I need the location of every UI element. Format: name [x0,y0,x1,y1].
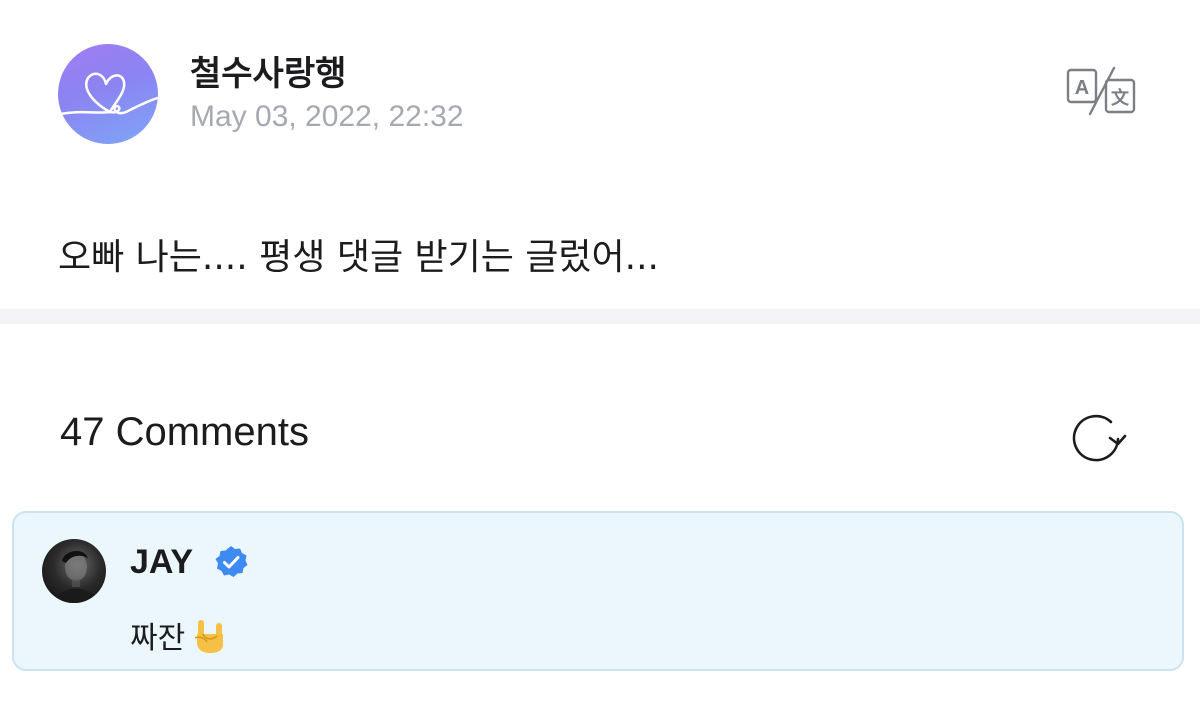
refresh-button[interactable] [1070,410,1132,466]
heart-doodle-icon [58,72,158,116]
highlighted-comment[interactable]: JAY 짜잔 [12,511,1184,671]
svg-text:文: 文 [1111,87,1130,109]
refresh-icon [1072,414,1127,462]
comment-text-body: 짜잔 [130,621,186,656]
post-timestamp: May 03, 2022, 22:32 [190,100,464,133]
svg-text:A: A [1075,77,1089,99]
rock-hand-emoji-icon [193,618,227,654]
comment-text: 짜잔 [130,613,227,657]
verified-badge-icon [215,546,248,577]
translate-icon: A 文 [1066,66,1136,116]
profile-photo-icon [54,550,98,603]
commenter-avatar[interactable] [42,539,106,603]
post-content: 오빠 나는.... 평생 댓글 받기는 글렀어... [58,237,660,278]
section-divider [0,309,1200,324]
comments-count: 47 Comments [60,410,309,454]
author-avatar[interactable] [58,44,158,144]
author-name[interactable]: 철수사랑행 [190,46,346,95]
post-header: 철수사랑행 May 03, 2022, 22:32 A 文 [58,44,1158,146]
translate-button[interactable]: A 文 [1066,66,1138,116]
commenter-name[interactable]: JAY [130,543,193,582]
